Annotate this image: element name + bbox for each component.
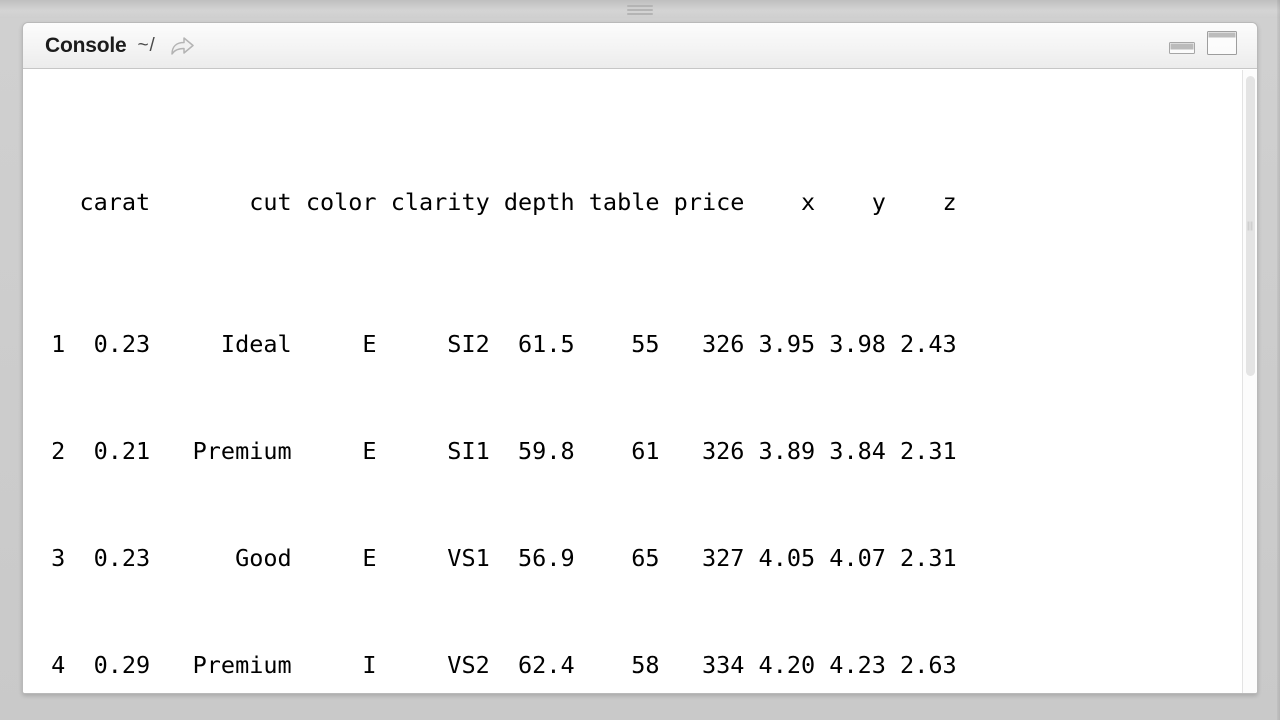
table-row: 1 0.23 Ideal E SI2 61.5 55 326 3.95 3.98… <box>37 327 1258 363</box>
table-row: 3 0.23 Good E VS1 56.9 65 327 4.05 4.07 … <box>37 541 1258 577</box>
console-scrollbar-thumb[interactable] <box>1246 76 1255 376</box>
console-scroll-area[interactable]: carat cut color clarity depth table pric… <box>23 70 1258 694</box>
table-header-row: carat cut color clarity depth table pric… <box>37 185 1258 221</box>
console-title: Console <box>45 34 126 58</box>
console-working-directory[interactable]: ~/ <box>137 35 155 57</box>
splitter-grip-icon <box>627 5 653 14</box>
console-scrollbar[interactable] <box>1242 70 1257 694</box>
console-titlebar: Console ~/ <box>23 23 1257 69</box>
rstudio-desktop: Console ~/ <box>0 0 1280 720</box>
pane-splitter[interactable] <box>0 0 1280 18</box>
console-pane: Console ~/ <box>22 22 1258 694</box>
table-row: 2 0.21 Premium E SI1 59.8 61 326 3.89 3.… <box>37 434 1258 470</box>
minimize-button[interactable] <box>1169 39 1195 60</box>
scrollbar-grip-icon <box>1247 222 1254 231</box>
window-controls <box>1169 31 1247 60</box>
share-arrow-icon[interactable] <box>168 34 196 58</box>
console-output[interactable]: carat cut color clarity depth table pric… <box>23 70 1258 694</box>
maximize-button[interactable] <box>1207 31 1237 60</box>
table-row: 4 0.29 Premium I VS2 62.4 58 334 4.20 4.… <box>37 648 1258 684</box>
